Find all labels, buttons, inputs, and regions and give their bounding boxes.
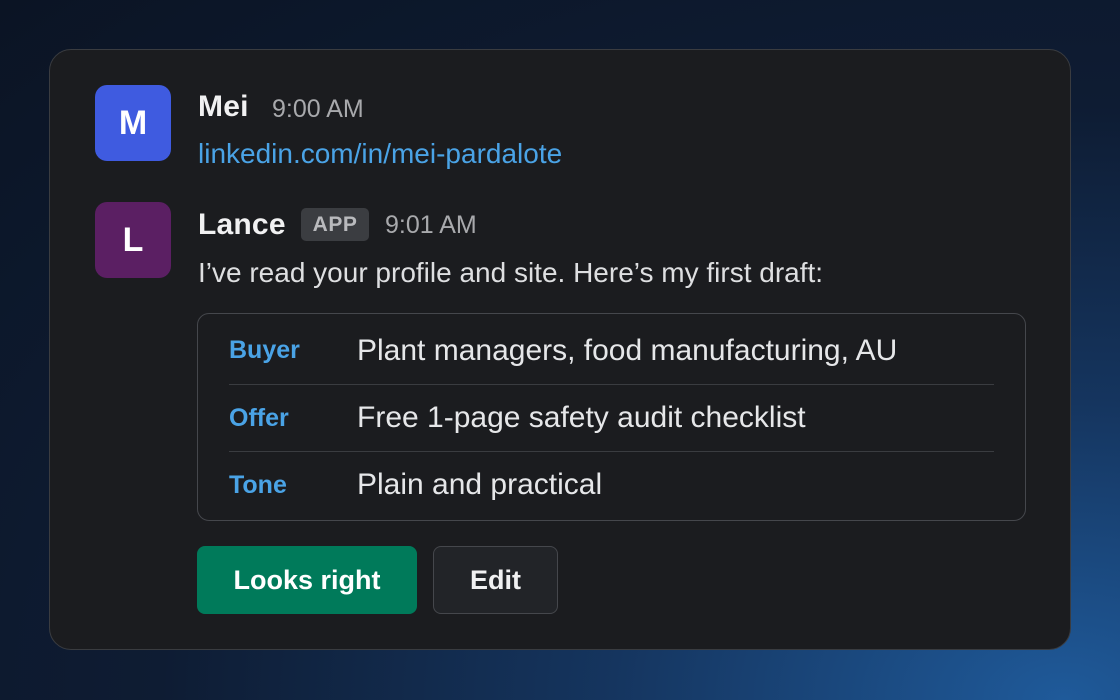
draft-row-value: Plant managers, food manufacturing, AU [357,333,898,367]
profile-link[interactable]: linkedin.com/in/mei-pardalote [198,138,562,170]
app-badge: APP [301,208,369,241]
draft-row-tone: Tone Plain and practical [229,451,994,518]
draft-row-label: Buyer [229,336,300,364]
draft-row-label: Offer [229,403,289,432]
draft-row-buyer: Buyer Plant managers, food manufacturing… [229,317,994,384]
draft-row-value: Plain and practical [357,468,603,501]
message-text: I’ve read your profile and site. Here’s … [198,257,824,288]
draft-summary-table: Buyer Plant managers, food manufacturing… [197,313,1026,521]
message-timestamp[interactable]: 9:01 AM [385,211,477,240]
author-name-lance[interactable]: Lance [198,208,286,242]
draft-row-label: Tone [229,470,287,499]
avatar-lance[interactable]: L [95,202,171,278]
draft-row-offer: Offer Free 1-page safety audit checklist [229,384,994,451]
edit-button[interactable]: Edit [433,546,558,614]
message-timestamp[interactable]: 9:00 AM [272,95,364,124]
chat-card: M Mei 9:00 AM linkedin.com/in/mei-pardal… [49,49,1071,650]
avatar-mei[interactable]: M [95,85,171,161]
draft-row-value: Free 1-page safety audit checklist [357,401,806,434]
author-name-mei[interactable]: Mei [198,90,249,124]
looks-right-button[interactable]: Looks right [197,546,417,614]
